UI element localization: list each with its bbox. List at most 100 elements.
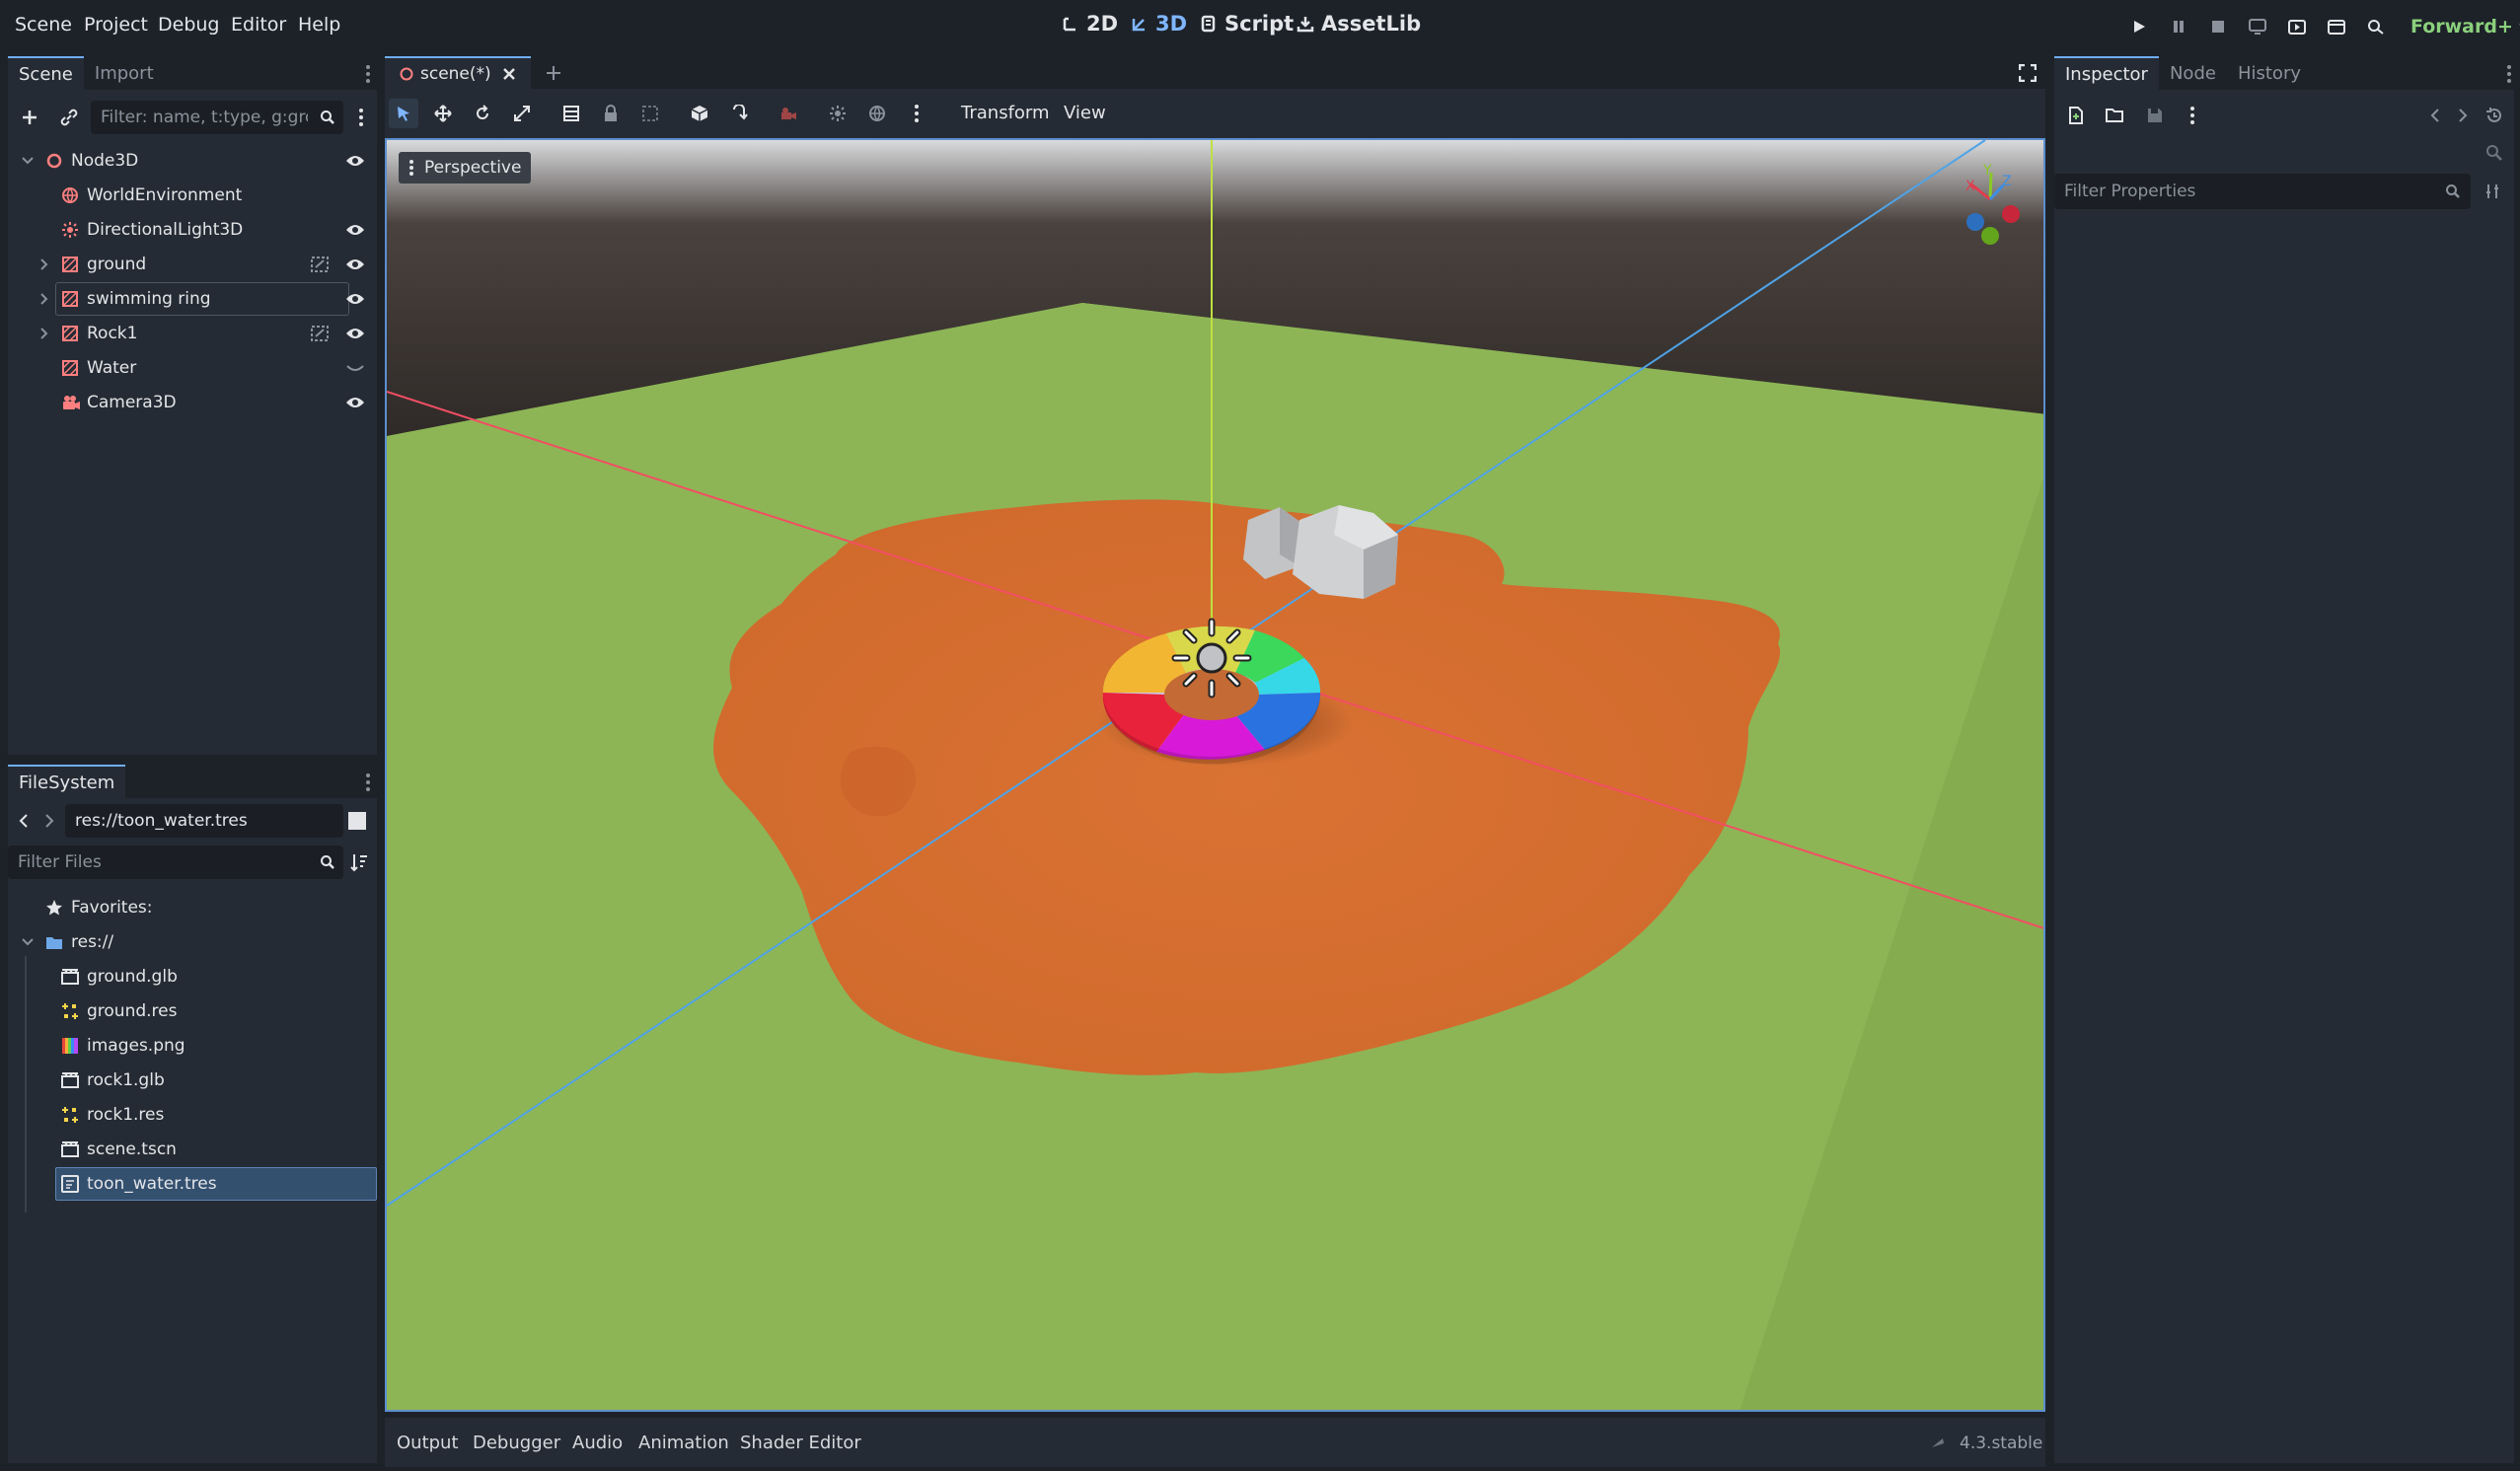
tree-row-swimming-ring[interactable]: swimming ring — [20, 282, 365, 316]
tab-scene[interactable]: Scene — [8, 56, 84, 90]
expand-arrow-icon[interactable] — [39, 258, 49, 270]
dock-menu-icon[interactable] — [2502, 63, 2516, 85]
tree-row-camera3d[interactable]: Camera3D — [20, 386, 365, 419]
tree-row-rock1[interactable]: Rock1 — [20, 317, 365, 350]
tab-debugger[interactable]: Debugger — [473, 1433, 560, 1453]
tab-filesystem[interactable]: FileSystem — [8, 765, 126, 798]
open-resource-icon[interactable] — [2104, 104, 2127, 127]
3d-viewport[interactable]: Perspective Y X Z — [385, 138, 2045, 1412]
tree-row-directionallight3d[interactable]: DirectionalLight3D — [20, 213, 365, 247]
menu-debug[interactable]: Debug — [158, 14, 219, 36]
visibility-eye-icon[interactable] — [345, 223, 365, 237]
editable-children-icon[interactable] — [310, 256, 330, 273]
workspace-script-button[interactable]: Script — [1200, 12, 1294, 36]
file-row[interactable]: ground.glb — [20, 960, 365, 993]
tree-row-worldenvironment[interactable]: WorldEnvironment — [20, 179, 365, 212]
visibility-eye-icon[interactable] — [345, 292, 365, 306]
class-doc-icon[interactable] — [2483, 141, 2506, 165]
perspective-menu[interactable]: Perspective — [399, 152, 532, 184]
expand-arrow-icon[interactable] — [39, 328, 49, 339]
new-resource-icon[interactable] — [2064, 104, 2088, 127]
play-custom-scene-icon[interactable] — [2325, 15, 2348, 38]
tree-row-water[interactable]: Water — [20, 351, 365, 385]
tab-inspector[interactable]: Inspector — [2054, 56, 2159, 90]
scene-filter-input[interactable]: Filter: name, t:type, g:gro — [91, 101, 343, 134]
path-field[interactable]: res://toon_water.tres — [65, 804, 343, 838]
visibility-eye-icon[interactable] — [345, 396, 365, 409]
visibility-eye-icon[interactable] — [345, 327, 365, 340]
visibility-eye-icon[interactable] — [345, 154, 365, 168]
select-tool-icon[interactable] — [389, 99, 418, 128]
more-options-icon[interactable] — [902, 99, 931, 128]
close-icon[interactable] — [501, 66, 517, 82]
menu-editor[interactable]: Editor — [231, 14, 286, 36]
rotate-tool-icon[interactable] — [468, 99, 497, 128]
dock-menu-icon[interactable] — [361, 772, 375, 793]
move-tool-icon[interactable] — [428, 99, 458, 128]
toggle-split-icon[interactable] — [345, 810, 369, 832]
file-row-selected[interactable]: toon_water.tres — [20, 1167, 377, 1201]
environment-preview-icon[interactable] — [862, 99, 892, 128]
favorites-row[interactable]: Favorites: — [20, 891, 365, 924]
file-row[interactable]: rock1.glb — [20, 1064, 365, 1097]
scale-tool-icon[interactable] — [507, 99, 537, 128]
sort-icon[interactable] — [347, 851, 371, 873]
file-row[interactable]: scene.tscn — [20, 1133, 365, 1166]
tree-row-ground[interactable]: ground — [20, 248, 365, 281]
res-folder-row[interactable]: res:// — [20, 925, 365, 959]
menu-scene[interactable]: Scene — [15, 14, 72, 36]
collapse-arrow-icon[interactable] — [22, 937, 34, 947]
tab-scene-file[interactable]: scene(*) — [385, 56, 531, 89]
tab-audio[interactable]: Audio — [572, 1433, 623, 1453]
file-filter-input[interactable]: Filter Files — [8, 846, 343, 879]
file-row[interactable]: rock1.res — [20, 1098, 365, 1132]
play-scene-icon[interactable] — [2285, 15, 2309, 38]
workspace-2d-button[interactable]: 2D — [1062, 12, 1118, 36]
tab-output[interactable]: Output — [397, 1433, 459, 1453]
view-orientation-gizmo[interactable]: Y X Z — [1946, 155, 2043, 254]
renderer-select[interactable]: Forward+ — [2410, 16, 2520, 37]
menu-project[interactable]: Project — [84, 14, 148, 36]
tab-shader-editor[interactable]: Shader Editor — [740, 1433, 861, 1453]
movie-maker-icon[interactable] — [2364, 15, 2388, 38]
remote-debug-icon[interactable] — [2246, 15, 2269, 38]
tab-history[interactable]: History — [2227, 56, 2312, 90]
transform-menu[interactable]: Transform — [961, 103, 1050, 123]
expand-arrow-icon[interactable] — [39, 293, 49, 305]
tab-node[interactable]: Node — [2159, 56, 2227, 90]
menu-help[interactable]: Help — [298, 14, 340, 36]
scene-options-icon[interactable] — [351, 106, 371, 129]
local-space-icon[interactable] — [724, 99, 754, 128]
stop-icon[interactable] — [2206, 15, 2230, 38]
sun-preview-icon[interactable] — [823, 99, 852, 128]
tree-row-node3d[interactable]: Node3D — [20, 144, 365, 178]
hidden-eye-icon[interactable] — [345, 361, 365, 375]
property-filter-input[interactable]: Filter Properties — [2054, 174, 2471, 209]
distraction-free-icon[interactable] — [2019, 64, 2037, 82]
tab-animation[interactable]: Animation — [638, 1433, 729, 1453]
add-node-icon[interactable] — [18, 106, 41, 129]
file-row[interactable]: ground.res — [20, 994, 365, 1028]
dock-menu-icon[interactable] — [361, 63, 375, 85]
tab-import[interactable]: Import — [84, 56, 165, 90]
play-icon[interactable] — [2127, 15, 2151, 38]
save-resource-icon[interactable] — [2143, 104, 2167, 127]
resource-options-icon[interactable] — [2183, 104, 2202, 127]
back-arrow-icon[interactable] — [16, 810, 32, 832]
history-forward-icon[interactable] — [2453, 104, 2473, 127]
file-row[interactable]: images.png — [20, 1029, 365, 1063]
visibility-eye-icon[interactable] — [345, 257, 365, 271]
add-tab-icon[interactable] — [545, 64, 562, 82]
camera-preview-icon[interactable] — [774, 99, 803, 128]
view-menu[interactable]: View — [1064, 103, 1106, 123]
inspector-tools-icon[interactable] — [2481, 180, 2506, 203]
collapse-arrow-icon[interactable] — [22, 156, 34, 166]
lock-icon[interactable] — [596, 99, 626, 128]
pause-icon[interactable] — [2167, 15, 2190, 38]
editable-children-icon[interactable] — [310, 325, 330, 342]
workspace-assetlib-button[interactable]: AssetLib — [1297, 12, 1421, 36]
list-select-icon[interactable] — [556, 99, 586, 128]
instance-scene-icon[interactable] — [57, 106, 81, 129]
forward-arrow-icon[interactable] — [41, 810, 57, 832]
object-history-icon[interactable] — [2483, 104, 2506, 127]
